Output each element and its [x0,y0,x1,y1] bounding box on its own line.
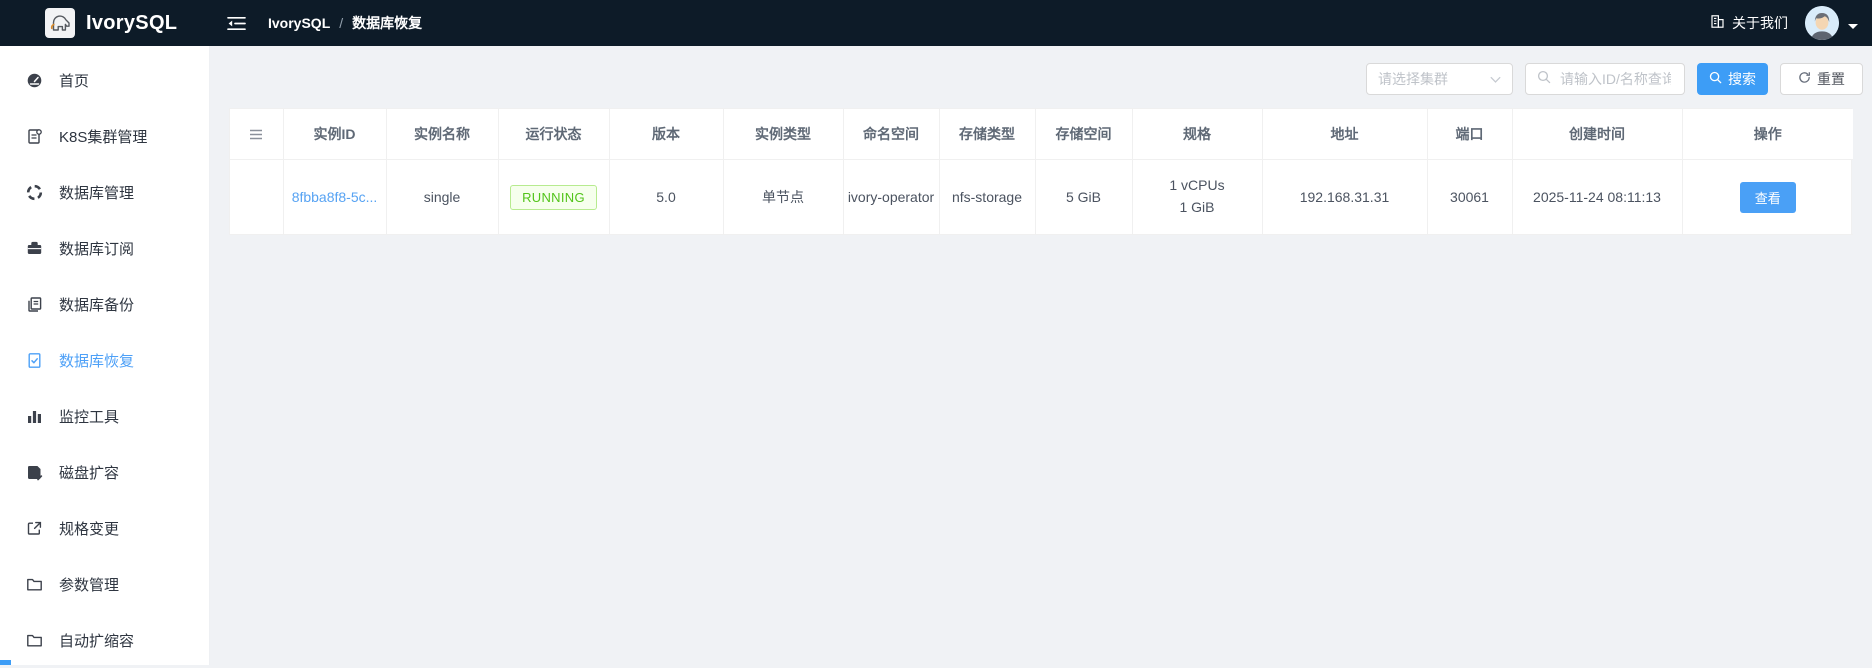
top-bar: IvorySQL IvorySQL / 数据库恢复 关于我们 [0,0,1872,46]
breadcrumb: IvorySQL / 数据库恢复 [268,13,422,33]
instance-id-link[interactable]: 8fbba8f8-5c... [292,189,378,205]
sidebar-item-spec-change[interactable]: 规格变更 [0,500,209,556]
sidebar-item-label: 数据库恢复 [59,352,135,370]
sidebar-item-database-restore[interactable]: 数据库恢复 [0,332,209,388]
refresh-icon [1798,71,1811,87]
table-header-row: 实例ID 实例名称 运行状态 版本 实例类型 命名空间 存储类型 存储空间 规格… [230,109,1853,160]
instance-type-cell: 单节点 [723,159,844,235]
port-cell: 30061 [1427,159,1513,235]
spec-change-export-icon [25,519,43,537]
instances-table: 实例ID 实例名称 运行状态 版本 实例类型 命名空间 存储类型 存储空间 规格… [229,108,1853,235]
restore-file-check-icon [25,351,43,369]
search-input[interactable] [1558,70,1673,88]
created-at-cell: 2025-11-24 08:11:13 [1512,159,1683,235]
column-header: 端口 [1427,109,1513,160]
search-input-wrap [1525,63,1685,95]
column-header: 存储类型 [939,109,1036,160]
sidebar: 首页 K8S集群管理 数据库管理 数据库订阅 数据库备份 数据库恢复 监控工具 … [0,46,210,665]
sidebar-item-database-manage[interactable]: 数据库管理 [0,164,209,220]
sidebar-item-home[interactable]: 首页 [0,52,209,108]
sidebar-item-label: K8S集群管理 [59,128,148,146]
address-cell: 192.168.31.31 [1262,159,1428,235]
breadcrumb-current: 数据库恢复 [352,15,423,31]
status-badge: RUNNING [510,184,597,210]
instance-name-cell: single [386,159,499,235]
menu-fold-icon[interactable] [227,16,246,31]
sidebar-item-database-backup[interactable]: 数据库备份 [0,276,209,332]
reset-button-label: 重置 [1817,71,1845,87]
cluster-select[interactable]: 请选择集群 [1366,63,1513,95]
folder-icon [25,631,43,649]
column-header: 版本 [609,109,724,160]
column-header: 实例类型 [723,109,844,160]
sidebar-item-label: 数据库管理 [59,184,135,202]
sidebar-item-label: 自动扩缩容 [59,632,135,650]
column-header: 规格 [1132,109,1263,160]
sidebar-item-k8s-cluster[interactable]: K8S集群管理 [0,108,209,164]
sidebar-item-database-subscribe[interactable]: 数据库订阅 [0,220,209,276]
column-header: 运行状态 [498,109,610,160]
backup-copy-icon [25,295,43,313]
table-row: 8fbba8f8-5c... single RUNNING 5.0 单节点 iv… [230,159,1853,235]
search-icon [1537,70,1551,89]
search-button[interactable]: 搜索 [1697,63,1768,95]
disk-expand-icon [25,463,43,481]
caret-down-icon[interactable] [1848,24,1858,34]
namespace-cell: ivory-operator [843,159,940,235]
column-settings-icon [231,129,282,140]
spec-cpu: 1 vCPUs [1169,177,1225,194]
column-settings-cell[interactable] [230,109,284,160]
sidebar-item-label: 监控工具 [59,408,120,426]
view-button[interactable]: 查看 [1739,181,1796,213]
main-content: 请选择集群 搜索 [210,46,1872,665]
column-header: 地址 [1262,109,1428,160]
ivorysql-logo-icon [45,8,75,38]
reset-button[interactable]: 重置 [1780,63,1863,95]
column-header: 操作 [1682,109,1853,160]
search-icon [1709,71,1722,87]
chevron-down-icon [1490,71,1501,87]
sidebar-item-label: 数据库订阅 [59,240,135,258]
spec-memory: 1 GiB [1179,199,1215,215]
sidebar-item-label: 首页 [59,72,90,90]
sidebar-item-label: 参数管理 [59,576,120,594]
sidebar-item-disk-expand[interactable]: 磁盘扩容 [0,444,209,500]
storage-size-cell: 5 GiB [1035,159,1133,235]
cluster-icon [25,127,43,145]
cluster-select-placeholder: 请选择集群 [1378,71,1448,87]
brand-name: IvorySQL [86,11,178,34]
storage-type-cell: nfs-storage [939,159,1036,235]
building-icon [1710,14,1725,32]
folder-icon [25,575,43,593]
database-manage-icon [25,183,43,201]
filter-bar: 请选择集群 搜索 [210,46,1872,95]
column-header: 实例ID [283,109,387,160]
about-us-label: 关于我们 [1732,15,1788,31]
sidebar-item-param-manage[interactable]: 参数管理 [0,556,209,612]
scrollbar-fragment [0,660,11,665]
brand[interactable]: IvorySQL [0,8,210,38]
monitor-bars-icon [25,407,43,425]
subscribe-icon [25,239,43,257]
column-header: 创建时间 [1512,109,1683,160]
sidebar-item-label: 数据库备份 [59,296,135,314]
sidebar-item-auto-scale[interactable]: 自动扩缩容 [0,612,209,668]
sidebar-item-label: 规格变更 [59,520,120,538]
expand-cell [230,159,284,235]
dashboard-icon [25,71,43,89]
sidebar-item-monitor-tools[interactable]: 监控工具 [0,388,209,444]
avatar[interactable] [1805,6,1839,40]
column-header: 存储空间 [1035,109,1133,160]
sidebar-item-label: 磁盘扩容 [59,464,120,482]
column-header: 实例名称 [386,109,499,160]
about-us-link[interactable]: 关于我们 [1710,13,1788,33]
search-button-label: 搜索 [1728,71,1756,87]
version-cell: 5.0 [609,159,724,235]
spec-cell: 1 vCPUs 1 GiB [1132,159,1263,235]
breadcrumb-root[interactable]: IvorySQL [268,15,330,31]
column-header: 命名空间 [843,109,940,160]
breadcrumb-separator: / [339,15,344,31]
